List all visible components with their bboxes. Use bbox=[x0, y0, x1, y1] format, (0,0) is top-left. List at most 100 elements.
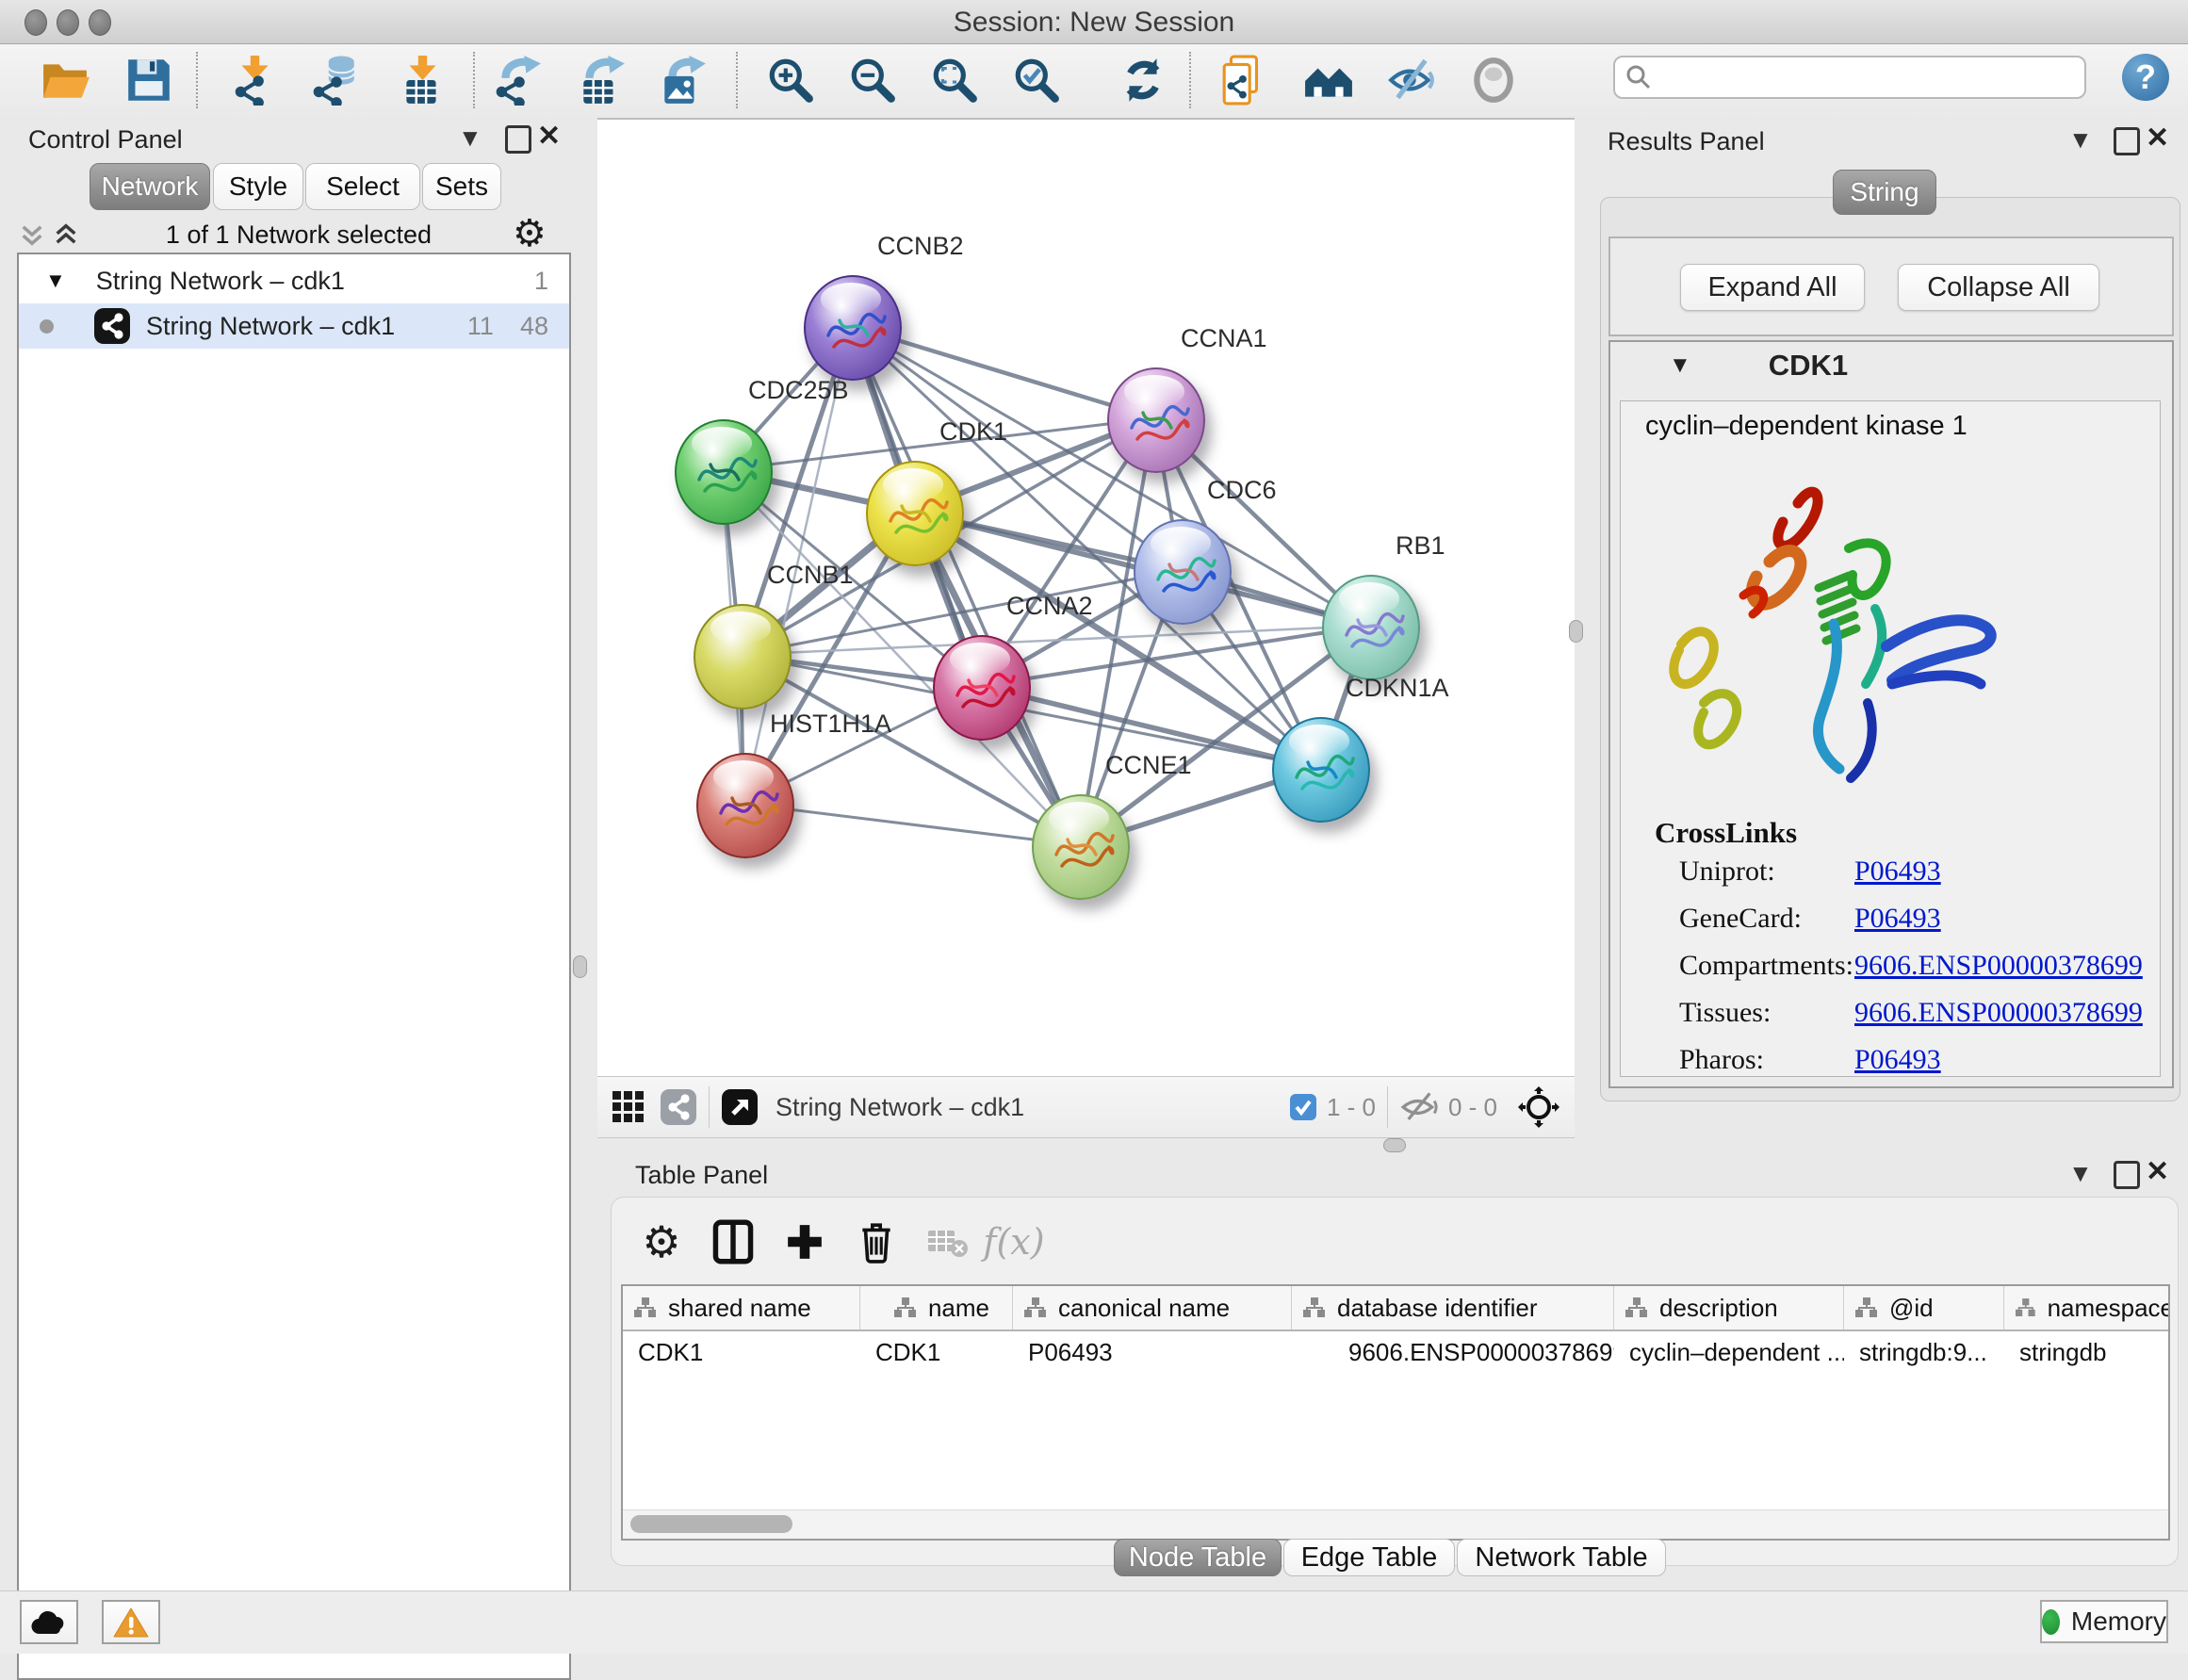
show-all-icon[interactable] bbox=[1467, 54, 1520, 106]
birdseye-crosshair-icon[interactable] bbox=[1518, 1086, 1559, 1128]
network-node-ccnb1[interactable] bbox=[694, 604, 792, 710]
network-options-gear-icon[interactable]: ⚙ bbox=[513, 212, 547, 255]
results-panel-close-icon[interactable]: ✕ bbox=[2146, 125, 2169, 152]
zoom-selected-icon[interactable] bbox=[1010, 54, 1063, 106]
tab-network-table[interactable]: Network Table bbox=[1457, 1539, 1666, 1576]
table-row[interactable]: CDK1 CDK1 P06493 9606.ENSP00000378699 cy… bbox=[623, 1331, 2168, 1373]
save-session-icon[interactable] bbox=[122, 54, 175, 106]
column-header[interactable]: canonical name bbox=[1013, 1286, 1292, 1329]
horizontal-scrollbar[interactable] bbox=[623, 1509, 2168, 1539]
control-panel-collapse-icon[interactable]: ▼ bbox=[458, 125, 482, 150]
help-icon[interactable]: ? bbox=[2122, 54, 2169, 101]
cell-description[interactable]: cyclin–dependent ... bbox=[1614, 1331, 1844, 1373]
network-tree: ▼ String Network – cdk1 1 String Network… bbox=[17, 253, 571, 1680]
column-header[interactable]: @id bbox=[1844, 1286, 2004, 1329]
zoom-out-icon[interactable] bbox=[846, 54, 899, 106]
hidden-eye-slash-icon[interactable] bbox=[1399, 1091, 1439, 1123]
network-node-ccna1[interactable] bbox=[1107, 367, 1205, 473]
tab-style[interactable]: Style bbox=[213, 163, 303, 210]
network-node-ccne1[interactable] bbox=[1032, 794, 1130, 900]
hide-selected-icon[interactable] bbox=[1385, 54, 1438, 106]
cell-database-identifier[interactable]: 9606.ENSP00000378699 bbox=[1292, 1331, 1614, 1373]
network-node-cdc25b[interactable] bbox=[675, 419, 773, 525]
control-panel-close-icon[interactable]: ✕ bbox=[537, 123, 561, 150]
crosslink-link[interactable]: P06493 bbox=[1854, 903, 1941, 935]
add-column-icon[interactable] bbox=[777, 1215, 832, 1269]
tab-edge-table[interactable]: Edge Table bbox=[1283, 1539, 1455, 1576]
gene-expander-icon[interactable]: ▼ bbox=[1669, 352, 1691, 379]
tab-string[interactable]: String bbox=[1833, 170, 1936, 215]
tab-node-table[interactable]: Node Table bbox=[1114, 1539, 1282, 1576]
warning-button[interactable] bbox=[102, 1600, 160, 1644]
horizontal-splitter[interactable] bbox=[597, 1136, 2188, 1155]
network-canvas[interactable]: CCNB2CCNA1CDC25BCDK1CDC6RB1CCNB1CCNA2CDK… bbox=[597, 120, 1575, 1076]
collapse-all-button[interactable]: Collapse All bbox=[1898, 264, 2099, 311]
zoom-in-icon[interactable] bbox=[764, 54, 817, 106]
network-row-selected[interactable]: String Network – cdk1 11 48 bbox=[19, 303, 569, 349]
status-bar: Memory bbox=[0, 1590, 2188, 1654]
scrollbar-thumb[interactable] bbox=[630, 1515, 792, 1533]
import-network-file-icon[interactable] bbox=[228, 54, 281, 106]
tab-sets[interactable]: Sets bbox=[422, 163, 501, 210]
network-node-ccnb2[interactable] bbox=[804, 275, 902, 381]
expand-all-button[interactable]: Expand All bbox=[1680, 264, 1865, 311]
table-panel-title: Table Panel bbox=[635, 1161, 768, 1190]
network-node-cdc6[interactable] bbox=[1134, 519, 1232, 625]
node-gloss bbox=[1339, 582, 1399, 615]
memory-button[interactable]: Memory bbox=[2040, 1600, 2168, 1643]
column-header[interactable]: description bbox=[1614, 1286, 1844, 1329]
import-network-database-icon[interactable] bbox=[308, 54, 361, 106]
network-node-hist1h1a[interactable] bbox=[696, 753, 794, 858]
results-panel-float-icon[interactable] bbox=[2114, 127, 2140, 155]
new-network-from-selection-icon[interactable] bbox=[1218, 54, 1271, 106]
column-header[interactable]: database identifier bbox=[1292, 1286, 1614, 1329]
control-panel-float-icon[interactable] bbox=[505, 125, 531, 154]
view-share-icon[interactable] bbox=[660, 1088, 697, 1126]
tab-select[interactable]: Select bbox=[305, 163, 420, 210]
crosslink-link[interactable]: P06493 bbox=[1854, 856, 1941, 888]
table-panel-collapse-icon[interactable]: ▼ bbox=[2068, 1161, 2093, 1185]
network-node-cdkn1a[interactable] bbox=[1272, 717, 1370, 823]
gene-section-header[interactable]: ▼ CDK1 bbox=[1610, 342, 2172, 389]
splitter-handle[interactable] bbox=[1383, 1138, 1406, 1152]
selected-checkbox-icon[interactable] bbox=[1289, 1093, 1317, 1121]
cell-canonical-name[interactable]: P06493 bbox=[1013, 1331, 1292, 1373]
view-grid-icon[interactable] bbox=[611, 1089, 646, 1125]
export-network-icon[interactable] bbox=[491, 54, 544, 106]
network-collection-row[interactable]: ▼ String Network – cdk1 1 bbox=[19, 258, 569, 303]
open-in-window-icon[interactable] bbox=[721, 1088, 759, 1126]
crosslink-link[interactable]: 9606.ENSP00000378699 bbox=[1854, 950, 2143, 982]
results-splitter-handle[interactable] bbox=[1569, 620, 1583, 643]
tab-network[interactable]: Network bbox=[90, 163, 210, 210]
import-table-icon[interactable] bbox=[396, 54, 449, 106]
export-table-icon[interactable] bbox=[575, 54, 628, 106]
network-node-rb1[interactable] bbox=[1322, 575, 1420, 680]
refresh-icon[interactable] bbox=[1117, 54, 1169, 106]
column-header[interactable]: namespace bbox=[2004, 1286, 2170, 1329]
show-columns-icon[interactable] bbox=[706, 1215, 760, 1269]
export-image-icon[interactable] bbox=[656, 54, 709, 106]
network-node-cdk1[interactable] bbox=[866, 461, 964, 566]
results-panel-collapse-icon[interactable]: ▼ bbox=[2068, 127, 2093, 152]
column-header[interactable]: shared name bbox=[623, 1286, 860, 1329]
cell-namespace[interactable]: stringdb bbox=[2004, 1331, 2170, 1373]
cloud-button[interactable] bbox=[20, 1600, 78, 1644]
table-options-gear-icon[interactable]: ⚙ bbox=[634, 1215, 689, 1269]
cell-id[interactable]: stringdb:9... bbox=[1844, 1331, 2004, 1373]
open-session-icon[interactable] bbox=[40, 54, 92, 106]
table-panel-close-icon[interactable]: ✕ bbox=[2146, 1159, 2169, 1185]
cloud-icon bbox=[30, 1609, 68, 1636]
cell-shared-name[interactable]: CDK1 bbox=[623, 1331, 860, 1373]
first-neighbors-icon[interactable] bbox=[1302, 54, 1355, 106]
crosslink-link[interactable]: P06493 bbox=[1854, 1044, 1941, 1076]
zoom-fit-icon[interactable] bbox=[928, 54, 981, 106]
network-node-ccna2[interactable] bbox=[933, 635, 1031, 741]
column-header[interactable]: name bbox=[860, 1286, 1013, 1329]
search-input[interactable] bbox=[1653, 62, 2075, 93]
crosslink-link[interactable]: 9606.ENSP00000378699 bbox=[1854, 997, 2143, 1029]
tree-expander-icon[interactable]: ▼ bbox=[45, 269, 66, 293]
cell-name[interactable]: CDK1 bbox=[860, 1331, 1013, 1373]
panel-splitter-handle[interactable] bbox=[573, 955, 587, 978]
table-panel-float-icon[interactable] bbox=[2114, 1161, 2140, 1189]
delete-column-icon[interactable] bbox=[849, 1215, 904, 1269]
